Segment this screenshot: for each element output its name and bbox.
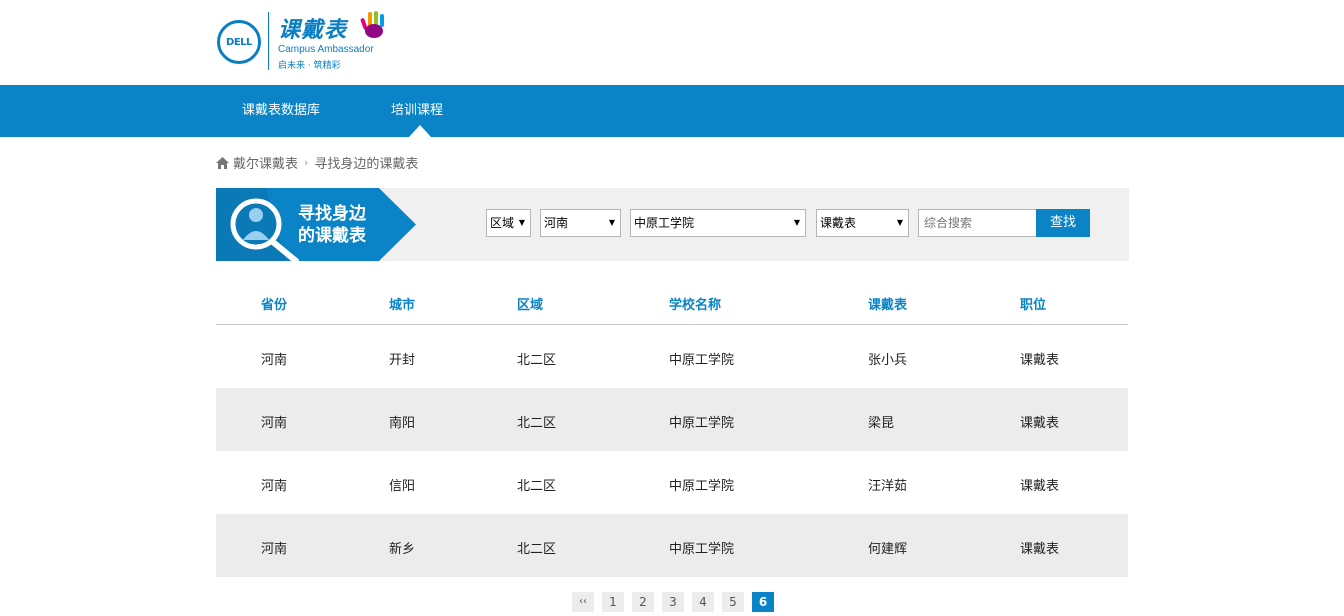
- page-button-6-current[interactable]: 6: [752, 592, 774, 612]
- region-select[interactable]: 区域 ▼: [486, 209, 531, 237]
- search-input[interactable]: [918, 209, 1038, 237]
- main-nav: 课戴表数据库 培训课程: [0, 85, 1344, 137]
- dell-logo[interactable]: DELL: [217, 20, 261, 64]
- role-select[interactable]: 课戴表 ▼: [816, 209, 909, 237]
- table-row: 河南 开封 北二区 中原工学院 张小兵 课戴表: [216, 325, 1128, 388]
- cell-province: 河南: [261, 479, 288, 494]
- header-region: 区域: [517, 298, 544, 313]
- cell-school: 中原工学院: [669, 542, 735, 557]
- cell-position: 课戴表: [1020, 479, 1060, 494]
- breadcrumb-current: 寻找身边的课戴表: [314, 157, 419, 172]
- page-button-3[interactable]: 3: [662, 592, 684, 612]
- nav-active-indicator: [409, 125, 431, 137]
- pagination-prev-button[interactable]: ‹‹: [572, 592, 594, 612]
- search-banner-title: 寻找身边 的课戴表: [298, 203, 366, 247]
- table-row: 河南 信阳 北二区 中原工学院 汪洋茹 课戴表: [216, 451, 1128, 514]
- table-header: 省份 城市 区域 学校名称 课戴表 职位: [216, 278, 1128, 325]
- cell-position: 课戴表: [1020, 542, 1060, 557]
- cell-province: 河南: [261, 542, 288, 557]
- school-select[interactable]: 中原工学院 ▼: [630, 209, 806, 237]
- cell-ambassador: 梁昆: [868, 416, 895, 431]
- cell-position: 课戴表: [1020, 353, 1060, 368]
- dropdown-arrow-icon: ▼: [608, 218, 615, 227]
- region-select-value: 区域: [490, 216, 515, 230]
- nav-item-database[interactable]: 课戴表数据库: [242, 85, 320, 137]
- breadcrumb-home[interactable]: 戴尔课戴表: [233, 153, 298, 172]
- role-select-value: 课戴表: [820, 216, 857, 230]
- pagination: ‹‹ 1 2 3 4 5 6: [572, 592, 774, 612]
- school-select-value: 中原工学院: [634, 216, 695, 230]
- cell-city: 南阳: [389, 416, 416, 431]
- banner-line-2: 的课戴表: [298, 226, 366, 246]
- cell-city: 新乡: [389, 542, 416, 557]
- header-position: 职位: [1020, 298, 1047, 313]
- ambassador-table: 省份 城市 区域 学校名称 课戴表 职位 河南 开封 北二区 中原工学院 张小兵…: [216, 278, 1128, 577]
- dropdown-arrow-icon: ▼: [793, 218, 800, 227]
- breadcrumb: 戴尔课戴表 › 寻找身边的课戴表: [216, 153, 418, 172]
- brand-slogan: 启未来 · 筑精彩: [278, 61, 341, 71]
- breadcrumb-separator: ›: [304, 156, 309, 169]
- dropdown-arrow-icon: ▼: [518, 218, 525, 227]
- cell-school: 中原工学院: [669, 416, 735, 431]
- search-button[interactable]: 查找: [1036, 209, 1090, 237]
- header-province: 省份: [261, 298, 288, 313]
- cell-region: 北二区: [517, 479, 557, 494]
- header-city: 城市: [389, 298, 416, 313]
- brand-subtitle: Campus Ambassador: [278, 44, 374, 55]
- cell-region: 北二区: [517, 416, 557, 431]
- table-row: 河南 新乡 北二区 中原工学院 何建辉 课戴表: [216, 514, 1128, 577]
- cell-region: 北二区: [517, 353, 557, 368]
- cell-city: 信阳: [389, 479, 416, 494]
- home-icon: [216, 156, 229, 169]
- search-panel: 寻找身边 的课戴表 区域 ▼ 河南 ▼ 中原工学院 ▼ 课戴表 ▼ 查找: [216, 188, 1129, 261]
- cell-province: 河南: [261, 353, 288, 368]
- dropdown-arrow-icon: ▼: [896, 218, 903, 227]
- logo-divider: [268, 12, 269, 70]
- table-row: 河南 南阳 北二区 中原工学院 梁昆 课戴表: [216, 388, 1128, 451]
- header: DELL 课戴表 Campus Ambassador 启未来 · 筑精彩: [0, 0, 1344, 85]
- page-button-1[interactable]: 1: [602, 592, 624, 612]
- cell-school: 中原工学院: [669, 353, 735, 368]
- page-button-4[interactable]: 4: [692, 592, 714, 612]
- cell-school: 中原工学院: [669, 479, 735, 494]
- header-school: 学校名称: [669, 298, 722, 313]
- cell-region: 北二区: [517, 542, 557, 557]
- cell-ambassador: 汪洋茹: [868, 479, 908, 494]
- province-select[interactable]: 河南 ▼: [540, 209, 621, 237]
- banner-line-1: 寻找身边: [298, 204, 366, 224]
- header-ambassador: 课戴表: [868, 298, 908, 313]
- cell-ambassador: 张小兵: [868, 353, 908, 368]
- cell-position: 课戴表: [1020, 416, 1060, 431]
- page-button-2[interactable]: 2: [632, 592, 654, 612]
- cell-province: 河南: [261, 416, 288, 431]
- colorful-hand-icon: [360, 11, 384, 38]
- cell-city: 开封: [389, 353, 416, 368]
- brand-title: 课戴表: [278, 18, 348, 43]
- page-button-5[interactable]: 5: [722, 592, 744, 612]
- cell-ambassador: 何建辉: [868, 542, 908, 557]
- province-select-value: 河南: [544, 216, 569, 230]
